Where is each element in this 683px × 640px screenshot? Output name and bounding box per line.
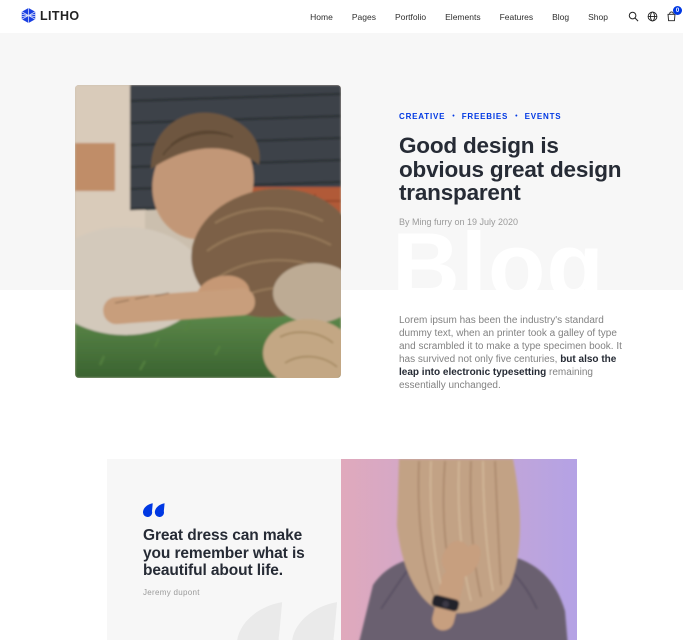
blog-featured-image	[75, 85, 341, 378]
nav-item-home[interactable]: Home	[310, 12, 333, 22]
post-title: Good design is obvious great design tran…	[399, 134, 631, 205]
nav-item-pages[interactable]: Pages	[352, 12, 376, 22]
category-link-events[interactable]: EVENTS	[525, 112, 562, 121]
blog-post-page: LITHO Home Pages Portfolio Elements Feat…	[0, 0, 683, 640]
header-icon-group: 0	[628, 0, 677, 33]
main-nav: Home Pages Portfolio Elements Features B…	[310, 0, 608, 33]
category-link-freebies[interactable]: FREEBIES	[462, 112, 508, 121]
site-header: LITHO Home Pages Portfolio Elements Feat…	[0, 0, 683, 33]
quote-author: Jeremy dupont	[143, 588, 200, 597]
post-header: CREATIVE • FREEBIES • EVENTS Good design…	[399, 112, 631, 227]
quote-text: Great dress can make you remember what i…	[143, 527, 315, 580]
nav-item-shop[interactable]: Shop	[588, 12, 608, 22]
category-link-creative[interactable]: CREATIVE	[399, 112, 445, 121]
category-separator: •	[452, 113, 454, 120]
quote-icon	[143, 503, 165, 517]
nav-item-portfolio[interactable]: Portfolio	[395, 12, 426, 22]
language-icon[interactable]	[647, 11, 658, 22]
quote-image	[341, 459, 577, 640]
quote-card: Great dress can make you remember what i…	[107, 459, 577, 640]
nav-item-features[interactable]: Features	[500, 12, 534, 22]
category-separator: •	[515, 113, 517, 120]
nav-item-elements[interactable]: Elements	[445, 12, 480, 22]
post-byline: By Ming furry on 19 July 2020	[399, 217, 631, 227]
cart-badge: 0	[673, 6, 682, 15]
cart-button[interactable]: 0	[666, 11, 677, 22]
logo-text: LITHO	[40, 9, 80, 23]
post-categories: CREATIVE • FREEBIES • EVENTS	[399, 112, 631, 121]
post-excerpt: Lorem ipsum has been the industry's stan…	[399, 314, 632, 392]
blog-watermark-text: Blog	[392, 219, 605, 290]
litho-logo-icon	[21, 8, 36, 23]
quote-watermark-icon	[237, 602, 339, 640]
search-icon[interactable]	[628, 11, 639, 22]
nav-item-blog[interactable]: Blog	[552, 12, 569, 22]
logo[interactable]: LITHO	[21, 8, 80, 23]
quote-panel: Great dress can make you remember what i…	[107, 459, 341, 640]
